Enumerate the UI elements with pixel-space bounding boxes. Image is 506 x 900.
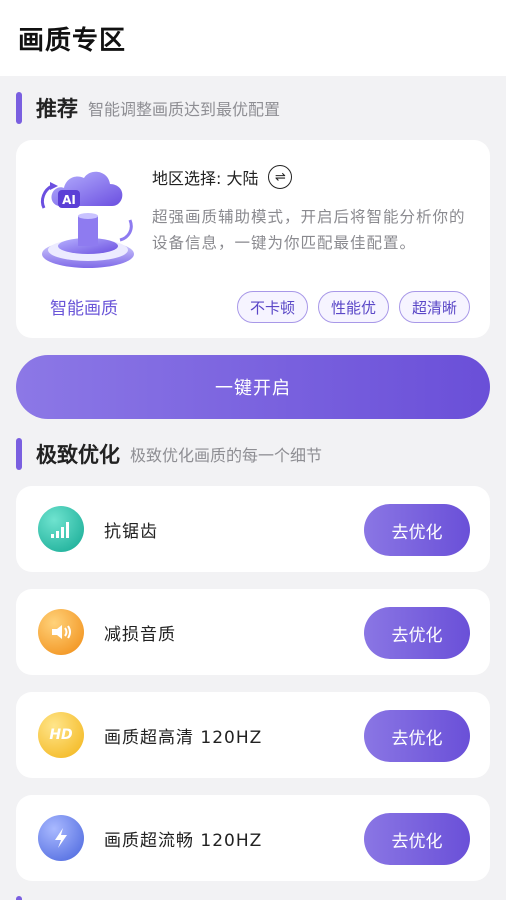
ai-cloud-illustration-icon: AI	[38, 160, 138, 272]
list-item-ultra-hd: HD 画质超高清 120HZ 去优化	[16, 692, 490, 778]
optimize-button[interactable]: 去优化	[364, 710, 470, 762]
optimize-title: 极致优化	[36, 443, 120, 467]
optimize-section-header: 极致优化 极致优化画质的每一个细节	[16, 438, 322, 470]
optimize-subtitle: 极致优化画质的每一个细节	[130, 446, 323, 465]
list-item-anti-aliasing: 抗锯齿 去优化	[16, 486, 490, 572]
lightning-icon	[38, 815, 84, 861]
region-selector[interactable]: 地区选择: 大陆 ⇌	[152, 165, 293, 189]
page-title: 画质专区	[18, 26, 127, 56]
hd-icon: HD	[38, 712, 84, 758]
signal-bars-icon	[38, 506, 84, 552]
optimize-button[interactable]: 去优化	[364, 504, 470, 556]
list-item-audio-quality: 减损音质 去优化	[16, 589, 490, 675]
speaker-icon	[38, 609, 84, 655]
recommend-title: 推荐	[36, 97, 78, 121]
recommend-section-header: 推荐 智能调整画质达到最优配置	[16, 92, 280, 124]
tag-no-lag: 不卡顿	[236, 291, 308, 323]
item-label: 抗锯齿	[104, 522, 158, 542]
item-label: 减损音质	[104, 625, 176, 645]
app-header: 画质专区	[0, 0, 506, 76]
recommend-subtitle: 智能调整画质达到最优配置	[88, 100, 281, 119]
item-label: 画质超流畅 120HZ	[104, 831, 263, 851]
item-label: 画质超高清 120HZ	[104, 728, 263, 748]
tag-performance: 性能优	[317, 291, 389, 323]
swap-icon[interactable]: ⇌	[268, 165, 293, 189]
feature-tags: 不卡顿 性能优 超清晰	[236, 291, 470, 323]
recommend-card: AI 智能画质 地区选择: 大陆 ⇌ 超强画质辅助模式，开启后将智能分析你的设备…	[16, 140, 490, 338]
optimize-button[interactable]: 去优化	[364, 813, 470, 865]
hd-icon-text: HD	[49, 727, 73, 743]
tag-ultra-clear: 超清晰	[398, 291, 470, 323]
section-accent-bar	[16, 438, 22, 470]
smart-quality-caption: 智能画质	[50, 299, 118, 319]
section-accent-bar	[16, 92, 22, 124]
optimize-button[interactable]: 去优化	[364, 607, 470, 659]
next-section-accent-bar	[16, 896, 22, 900]
list-item-ultra-smooth: 画质超流畅 120HZ 去优化	[16, 795, 490, 881]
ai-badge-text: AI	[62, 193, 76, 207]
region-label: 地区选择: 大陆	[152, 169, 259, 188]
one-click-enable-button[interactable]: 一键开启	[16, 355, 490, 419]
recommend-description: 超强画质辅助模式，开启后将智能分析你的设备信息，一键为你匹配最佳配置。	[152, 208, 466, 252]
